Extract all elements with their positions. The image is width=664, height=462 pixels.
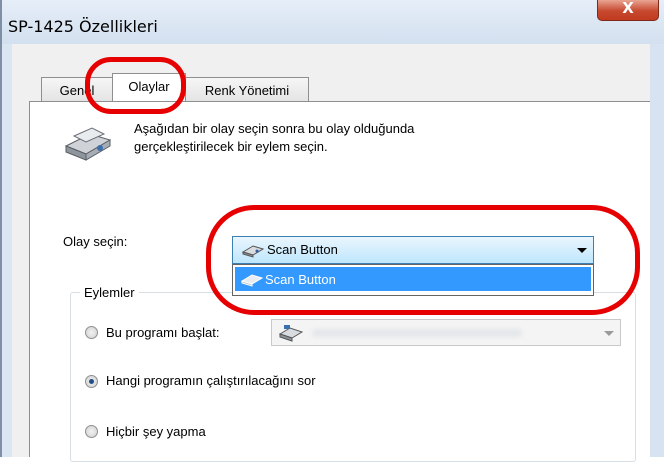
radio-start-program-label[interactable]: Bu programı başlat:	[106, 325, 219, 340]
program-icon	[278, 325, 304, 342]
window-frame-left	[0, 0, 2, 457]
intro-line-1: Aşağıdan bir olay seçin sonra bu olay ol…	[134, 121, 415, 136]
properties-window: SP-1425 Özellikleri X Genel Olaylar Renk…	[0, 0, 664, 462]
close-icon: X	[622, 0, 634, 17]
tab-color-management[interactable]: Renk Yönetimi	[185, 77, 309, 101]
event-label: Olay seçin:	[63, 234, 128, 249]
intro-line-2: gerçekleştirilecek bir eylem seçin.	[134, 139, 328, 154]
radio-do-nothing[interactable]	[85, 425, 98, 438]
highlight-ring-events-tab	[85, 57, 186, 114]
actions-group-label: Eylemler	[80, 285, 139, 300]
scanner-icon	[64, 127, 112, 161]
close-button[interactable]: X	[597, 0, 659, 21]
radio-start-program[interactable]	[85, 326, 98, 339]
radio-ask-program-label[interactable]: Hangi programın çalıştırılacağını sor	[106, 373, 316, 388]
title-bar[interactable]: SP-1425 Özellikleri	[2, 0, 664, 44]
tab-color-management-label: Renk Yönetimi	[204, 83, 290, 98]
window-title: SP-1425 Özellikleri	[8, 17, 158, 36]
window-frame-right	[650, 44, 664, 457]
radio-ask-program[interactable]	[85, 375, 98, 388]
chevron-down-icon[interactable]	[604, 331, 614, 336]
highlight-ring-event-select	[206, 205, 640, 315]
program-select[interactable]	[271, 319, 621, 346]
radio-do-nothing-label[interactable]: Hiçbir şey yapma	[106, 424, 206, 439]
program-name-blurred	[312, 329, 522, 337]
